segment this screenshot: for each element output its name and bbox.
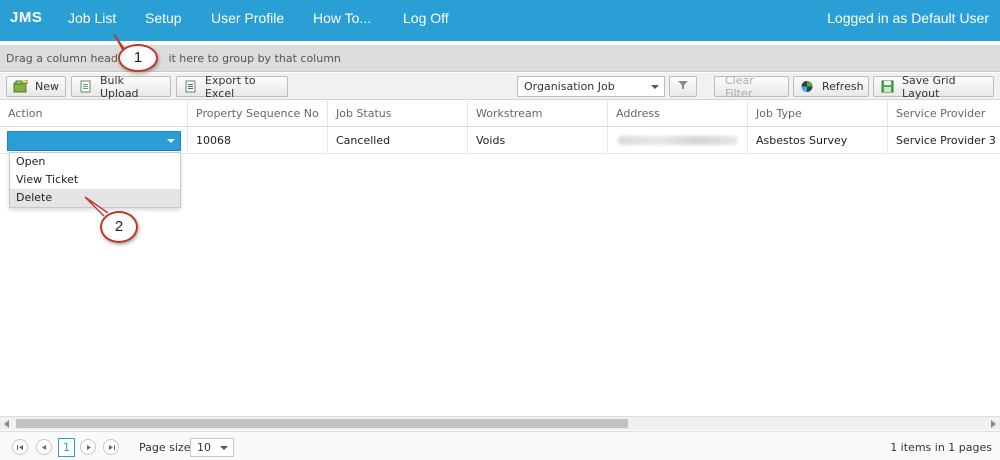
grid-header: Action Property Sequence No Job Status W… [0, 101, 1000, 127]
grid-view-select[interactable]: Organisation Job [517, 76, 665, 97]
nav-job-list[interactable]: Job List [68, 10, 116, 26]
page-number-current[interactable]: 1 [58, 438, 75, 457]
group-by-hint-part2: it here to group by that column [168, 52, 341, 65]
page-size-label: Page size: [139, 441, 195, 454]
last-page-icon [109, 445, 115, 450]
items-text-2: pages [955, 441, 992, 454]
column-header-workstream[interactable]: Workstream [467, 101, 607, 127]
refresh-icon [800, 80, 815, 93]
refresh-label: Refresh [822, 80, 864, 93]
excel-icon [183, 80, 198, 93]
column-header-property-sequence-no[interactable]: Property Sequence No [187, 101, 327, 127]
pager-info: 1 items in 1 pages [890, 441, 992, 454]
pager: 1 Page size: 10 1 items in 1 pages [0, 431, 1000, 460]
cell-job-status: Cancelled [327, 127, 467, 154]
nav-setup[interactable]: Setup [145, 10, 182, 26]
top-navigation-bar: JMS Job List Setup User Profile How To..… [0, 0, 1000, 41]
logged-in-user: Logged in as Default User [827, 10, 989, 26]
bulk-upload-button[interactable]: Bulk Upload [71, 73, 171, 100]
clear-filter-button[interactable]: Clear Filter [714, 73, 789, 100]
cell-workstream: Voids [467, 127, 607, 154]
nav-user-profile[interactable]: User Profile [211, 10, 284, 26]
save-grid-layout-label: Save Grid Layout [902, 73, 956, 100]
bulk-upload-icon [78, 80, 93, 93]
previous-page-icon [42, 445, 46, 450]
next-page-icon [87, 445, 91, 450]
new-button[interactable]: New [6, 76, 66, 97]
first-page-button[interactable] [12, 439, 28, 455]
filter-icon [677, 80, 689, 93]
nav-how-to[interactable]: How To... [313, 10, 371, 26]
menu-item-open[interactable]: Open [10, 153, 180, 171]
new-icon [13, 79, 28, 93]
page-size-value: 10 [197, 441, 211, 454]
callout-2: 2 [100, 211, 138, 243]
column-header-job-type[interactable]: Job Type [747, 101, 887, 127]
grid-view-select-value: Organisation Job [524, 80, 615, 93]
first-page-icon [17, 445, 23, 450]
action-dropdown-menu: Open View Ticket Delete [9, 152, 181, 208]
brand-logo[interactable]: JMS [10, 9, 42, 26]
column-header-action[interactable]: Action [0, 101, 187, 127]
bulk-upload-label: Bulk Upload [100, 73, 139, 100]
save-layout-icon [880, 80, 895, 93]
items-text-1: items in [897, 441, 949, 454]
scrollbar-thumb[interactable] [16, 419, 628, 428]
last-page-button[interactable] [103, 439, 119, 455]
cell-job-type: Asbestos Survey [747, 127, 887, 154]
refresh-button[interactable]: Refresh [793, 76, 869, 97]
clear-filter-label: Clear Filter [725, 73, 754, 100]
previous-page-button[interactable] [36, 439, 52, 455]
menu-item-view-ticket[interactable]: View Ticket [10, 171, 180, 189]
action-select[interactable] [7, 131, 181, 151]
page-size-select[interactable]: 10 [190, 438, 234, 457]
column-header-service-provider[interactable]: Service Provider [887, 101, 1000, 127]
column-header-job-status[interactable]: Job Status [327, 101, 467, 127]
save-grid-layout-button[interactable]: Save Grid Layout [873, 73, 994, 100]
export-to-excel-label: Export to Excel [205, 73, 256, 100]
cell-service-provider: Service Provider 3 [887, 127, 1000, 154]
chevron-down-icon [220, 446, 228, 450]
filter-button[interactable] [669, 76, 697, 97]
chevron-down-icon [651, 85, 659, 89]
menu-item-delete[interactable]: Delete [10, 189, 180, 207]
scroll-left-icon[interactable] [4, 420, 9, 428]
chevron-down-icon [167, 139, 175, 143]
horizontal-scrollbar[interactable] [0, 416, 1000, 430]
scroll-right-icon[interactable] [991, 420, 996, 428]
blurred-address [618, 136, 738, 145]
cell-property-sequence-no: 10068 [187, 127, 327, 154]
new-label: New [35, 80, 59, 93]
next-page-button[interactable] [80, 439, 96, 455]
export-to-excel-button[interactable]: Export to Excel [176, 73, 288, 100]
column-header-address[interactable]: Address [607, 101, 747, 127]
nav-log-off[interactable]: Log Off [403, 10, 449, 26]
grid-toolbar: New Bulk Upload Export to Excel Organisa… [0, 73, 1000, 100]
callout-1: 1 [118, 44, 158, 72]
group-by-hint: Drag a column header a it here to group b… [6, 52, 341, 65]
